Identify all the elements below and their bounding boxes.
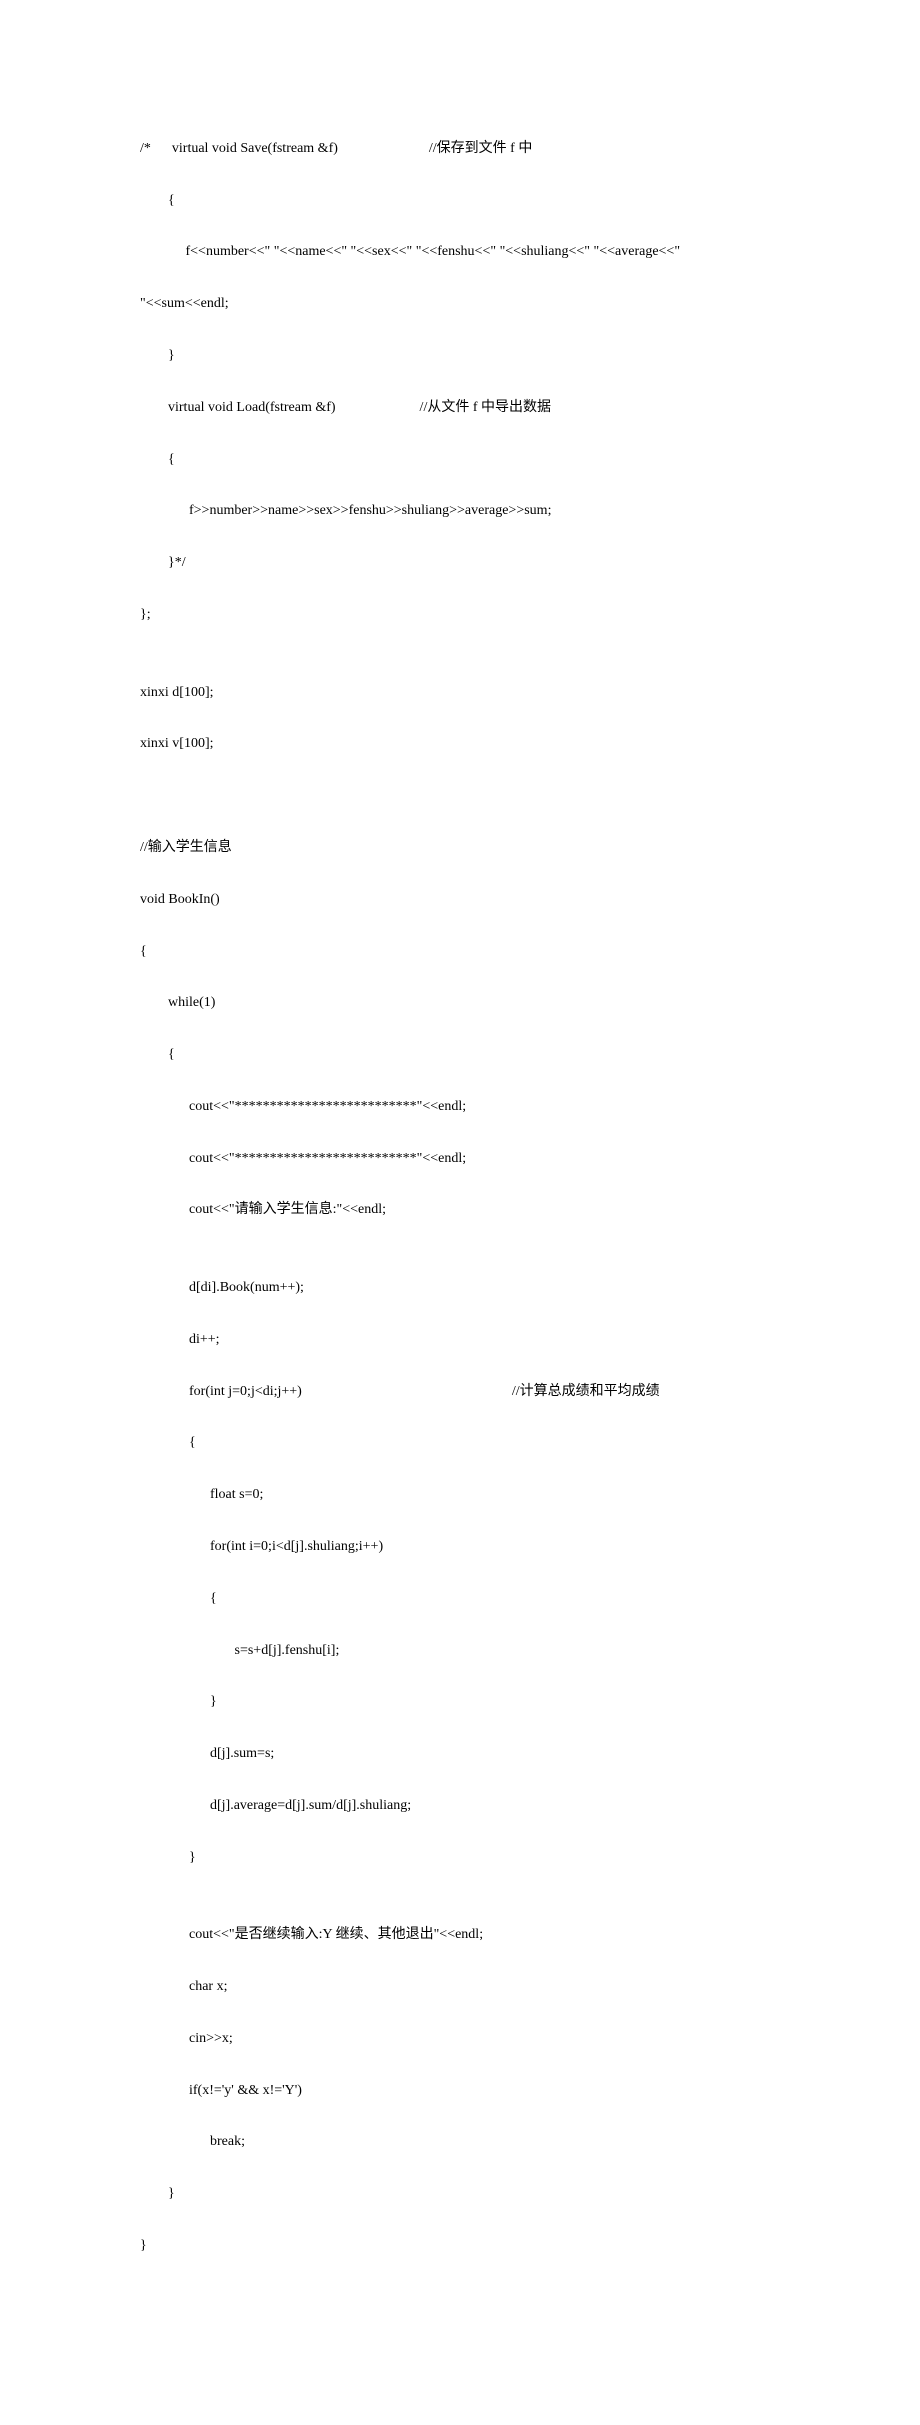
code-line: //输入学生信息 <box>140 835 780 861</box>
code-line: d[j].sum=s; <box>140 1741 780 1767</box>
code-line: xinxi d[100]; <box>140 680 780 706</box>
code-line: cout<<"是否继续输入:Y 继续、其他退出"<<endl; <box>140 1922 780 1948</box>
code-line: while(1) <box>140 990 780 1016</box>
code-line: }; <box>140 602 780 628</box>
code-line: char x; <box>140 1974 780 2000</box>
code-line: "<<sum<<endl; <box>140 291 780 317</box>
code-line: float s=0; <box>140 1482 780 1508</box>
code-line: di++; <box>140 1327 780 1353</box>
code-line: xinxi v[100]; <box>140 731 780 757</box>
code-line: } <box>140 1689 780 1715</box>
code-line: s=s+d[j].fenshu[i]; <box>140 1638 780 1664</box>
code-line: { <box>140 1586 780 1612</box>
code-line: cout<<"请输入学生信息:"<<endl; <box>140 1197 780 1223</box>
code-line: cout<<"**************************"<<endl… <box>140 1146 780 1172</box>
code-line: }*/ <box>140 550 780 576</box>
code-listing: /* virtual void Save(fstream &f) //保存到文件… <box>140 110 780 2285</box>
code-line: /* virtual void Save(fstream &f) //保存到文件… <box>140 136 780 162</box>
code-line: virtual void Load(fstream &f) //从文件 f 中导… <box>140 395 780 421</box>
code-line: d[j].average=d[j].sum/d[j].shuliang; <box>140 1793 780 1819</box>
code-line: { <box>140 447 780 473</box>
code-line: { <box>140 1430 780 1456</box>
code-line: f<<number<<" "<<name<<" "<<sex<<" "<<fen… <box>140 239 780 265</box>
code-line: } <box>140 2181 780 2207</box>
code-line: } <box>140 1845 780 1871</box>
code-line: { <box>140 188 780 214</box>
code-line: f>>number>>name>>sex>>fenshu>>shuliang>>… <box>140 498 780 524</box>
code-line: void BookIn() <box>140 887 780 913</box>
code-line: } <box>140 343 780 369</box>
code-line: if(x!='y' && x!='Y') <box>140 2078 780 2104</box>
code-line: { <box>140 1042 780 1068</box>
code-line: cout<<"**************************"<<endl… <box>140 1094 780 1120</box>
code-line: } <box>140 2233 780 2259</box>
code-line: cin>>x; <box>140 2026 780 2052</box>
code-line: d[di].Book(num++); <box>140 1275 780 1301</box>
code-line: { <box>140 939 780 965</box>
code-line: for(int j=0;j<di;j++) //计算总成绩和平均成绩 <box>140 1379 780 1405</box>
code-line: for(int i=0;i<d[j].shuliang;i++) <box>140 1534 780 1560</box>
code-line: break; <box>140 2129 780 2155</box>
